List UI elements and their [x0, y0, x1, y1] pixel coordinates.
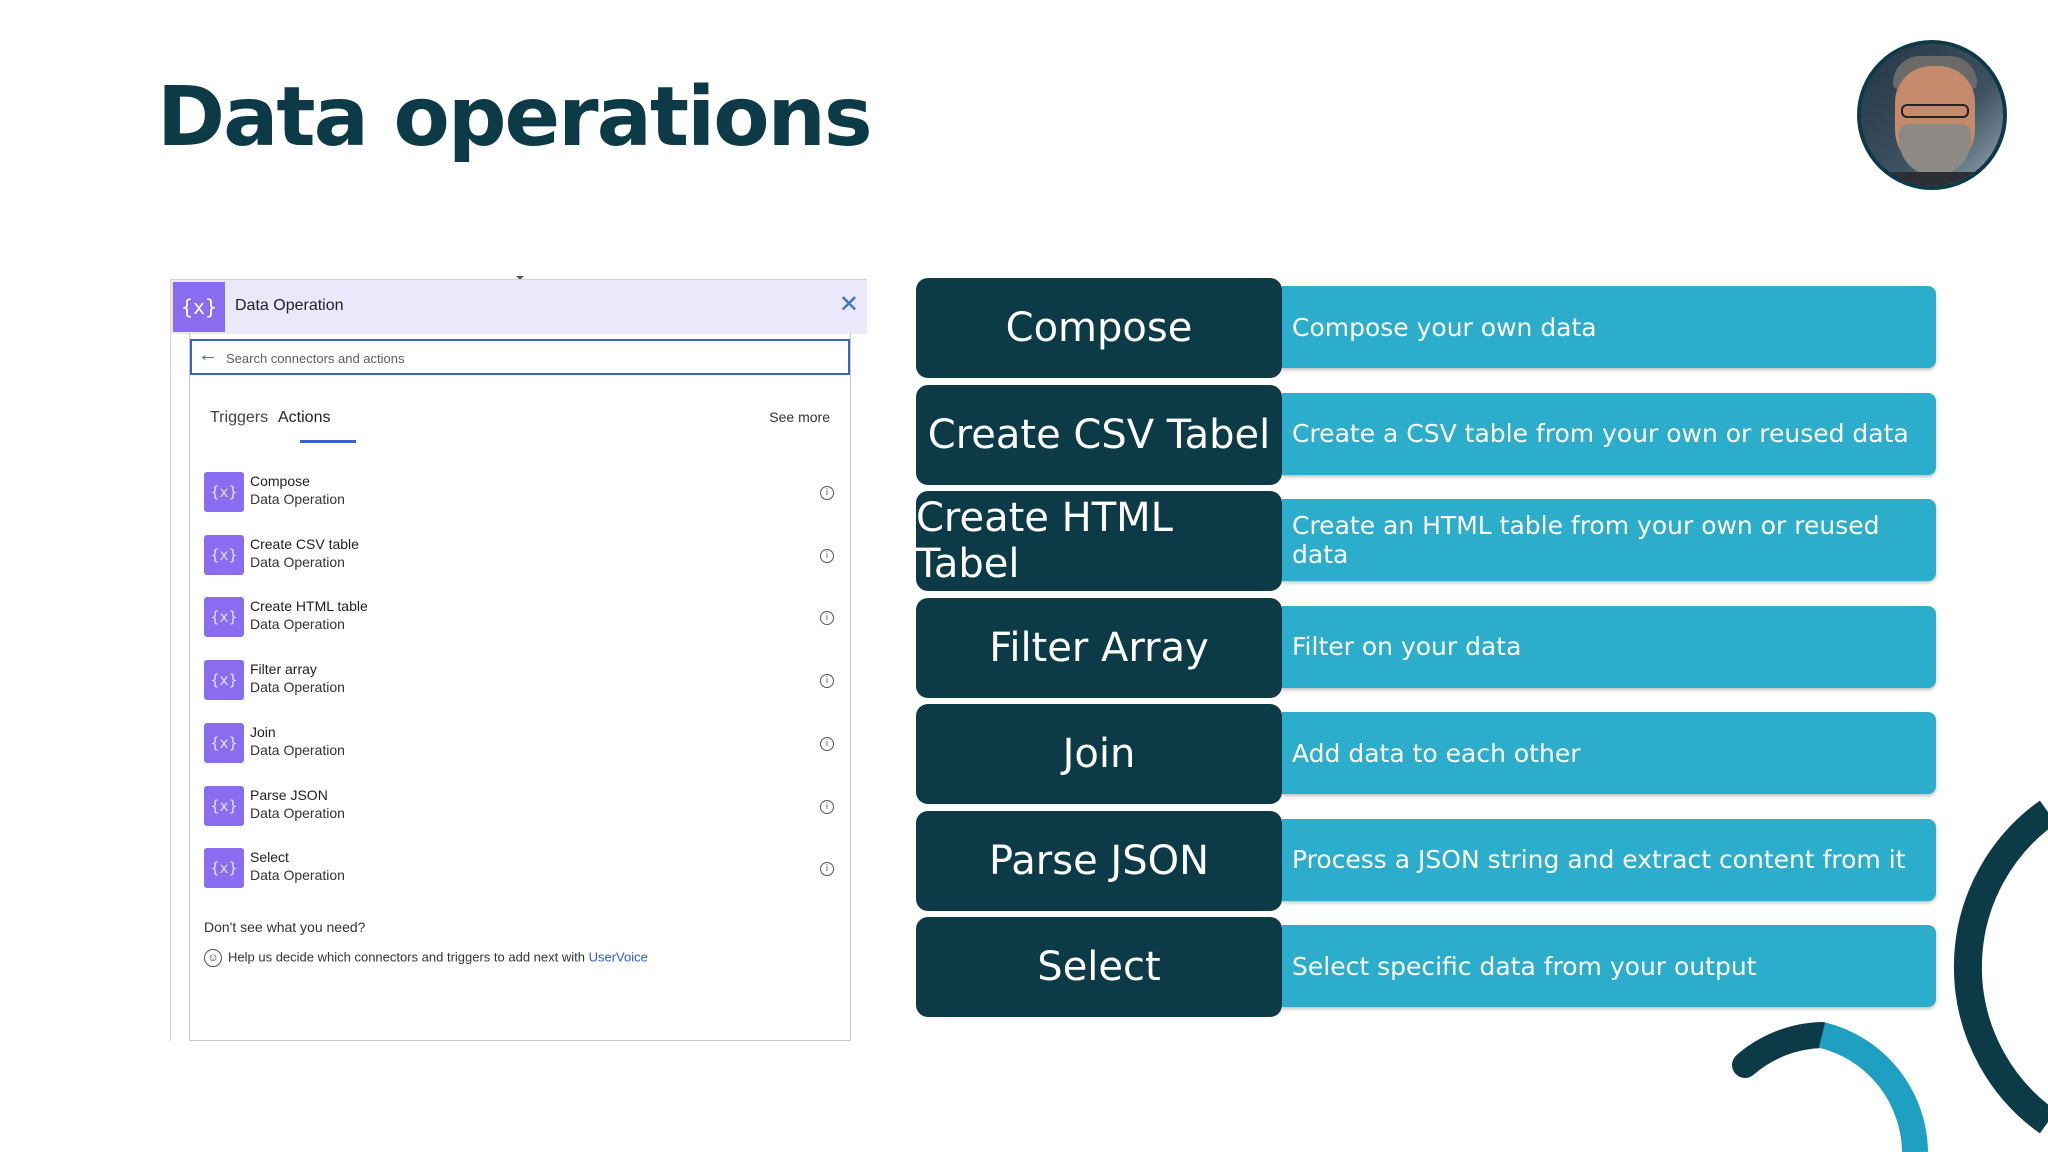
active-tab-indicator [300, 440, 356, 443]
operation-name: Compose [916, 278, 1282, 378]
operation-name: Join [916, 704, 1282, 804]
action-item[interactable]: {x} Join Data Operation i [204, 717, 834, 765]
action-name: Filter array [250, 661, 317, 678]
panel-header: {x} Data Operation ✕ [171, 279, 867, 334]
action-name: Create HTML table [250, 598, 368, 615]
info-icon[interactable]: i [820, 799, 834, 814]
see-more-link[interactable]: See more [769, 409, 830, 425]
action-subtitle: Data Operation [250, 491, 345, 507]
blue-arc [1818, 1022, 1928, 1152]
operation-description: Create an HTML table from your own or re… [1282, 499, 1936, 581]
tab-triggers[interactable]: Triggers [210, 409, 268, 427]
back-arrow-icon[interactable]: ← [198, 344, 218, 367]
action-item[interactable]: {x} Compose Data Operation i [204, 466, 834, 514]
presenter-avatar [1857, 40, 2007, 190]
operation-row: Create CSV Tabel Create a CSV table from … [916, 384, 1936, 485]
action-subtitle: Data Operation [250, 804, 345, 821]
tab-actions[interactable]: Actions [278, 409, 330, 427]
operation-row: Create HTML Tabel Create an HTML table fr… [916, 491, 1936, 591]
operation-row: Compose Compose your own data [916, 278, 1936, 378]
data-operation-icon: {x} [204, 597, 244, 638]
action-item[interactable]: {x} Select Data Operation i [204, 842, 834, 890]
operation-name: Select [916, 917, 1282, 1017]
action-name: Join [250, 723, 276, 740]
operation-row: Select Select specific data from your out… [916, 917, 1936, 1017]
action-name: Compose [250, 473, 310, 489]
operation-row: Parse JSON Process a JSON string and extr… [916, 810, 1936, 911]
operation-name: Create CSV Tabel [916, 384, 1282, 485]
panel-title: Data Operation [235, 297, 344, 314]
data-operation-icon: {x} [204, 472, 244, 512]
footer-help-text: Help us decide which connectors and trig… [228, 949, 585, 965]
action-item[interactable]: {x} Create HTML table Data Operation i [204, 591, 834, 639]
action-subtitle: Data Operation [250, 679, 345, 696]
page-title: Data operations [157, 70, 873, 165]
action-subtitle: Data Operation [250, 553, 345, 570]
data-operation-icon: {x} [204, 848, 244, 889]
info-icon[interactable]: i [820, 611, 834, 626]
info-icon[interactable]: i [820, 548, 834, 563]
footer-question: Don't see what you need? [204, 919, 366, 935]
operation-name: Filter Array [916, 597, 1282, 698]
info-icon[interactable]: i [820, 862, 834, 877]
action-subtitle: Data Operation [250, 867, 345, 884]
dark-arc-small [1732, 1022, 1835, 1078]
info-icon[interactable]: i [820, 486, 834, 500]
action-name: Parse JSON [250, 786, 328, 803]
operation-description: Select specific data from your output [1282, 925, 1936, 1007]
dark-arc-large [1953, 800, 2048, 1134]
info-icon[interactable]: i [820, 736, 834, 751]
data-operation-icon: {x} [204, 785, 244, 826]
operation-description: Filter on your data [1282, 605, 1936, 688]
action-item[interactable]: {x} Create CSV table Data Operation i [204, 529, 834, 577]
data-operation-icon: {x} [204, 722, 244, 763]
action-subtitle: Data Operation [250, 616, 345, 633]
data-operation-icon: {x} [204, 534, 244, 575]
operation-description: Process a JSON string and extract conten… [1282, 818, 1936, 901]
uservoice-link[interactable]: UserVoice [589, 949, 648, 964]
data-operation-icon: {x} [204, 660, 244, 701]
data-operation-panel: {x} Data Operation ✕ ← Triggers Actions … [170, 279, 867, 1041]
operation-name: Parse JSON [916, 810, 1282, 911]
smile-icon: ☺ [204, 949, 222, 967]
action-name: Create CSV table [250, 535, 359, 552]
operation-row: Join Add data to each other [916, 704, 1936, 804]
operation-row: Filter Array Filter on your data [916, 597, 1936, 698]
action-item[interactable]: {x} Filter array Data Operation i [204, 654, 834, 702]
panel-body: ← Triggers Actions See more {x} Compose Da… [189, 333, 851, 1041]
operation-name: Create HTML Tabel [916, 491, 1282, 591]
info-icon[interactable]: i [820, 674, 834, 689]
operation-description: Compose your own data [1282, 286, 1936, 368]
search-input[interactable] [224, 345, 828, 371]
footer-help: ☺ Help us decide which connectors and tri… [204, 949, 648, 967]
operation-description: Create a CSV table from your own or reus… [1282, 392, 1936, 475]
action-name: Select [250, 849, 289, 866]
operation-description: Add data to each other [1282, 712, 1936, 794]
action-subtitle: Data Operation [250, 741, 345, 758]
action-item[interactable]: {x} Parse JSON Data Operation i [204, 780, 834, 828]
search-box[interactable]: ← [190, 339, 850, 375]
data-operation-icon: {x} [173, 282, 225, 332]
close-icon[interactable]: ✕ [839, 290, 859, 319]
